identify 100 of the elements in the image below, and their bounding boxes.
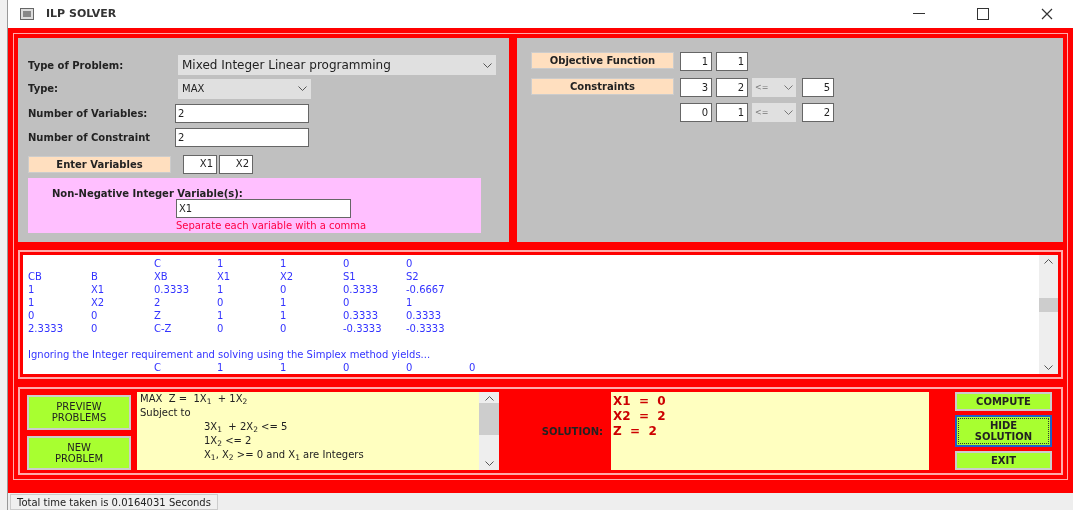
scrollbar[interactable]	[479, 392, 499, 470]
integer-variables-field[interactable]: X1	[176, 199, 351, 218]
output-cell-text: -0.6667	[406, 283, 446, 296]
caret-icon	[784, 85, 793, 90]
output-cell-text: 0	[280, 322, 288, 335]
output-cell-text: 0	[343, 361, 351, 374]
field-label: Non-Negative Integer Variable(s):	[52, 187, 244, 199]
output-cell-text: 0	[217, 296, 225, 309]
operator-dropdown[interactable]: <=	[752, 103, 796, 122]
scroll-thumb[interactable]	[1039, 297, 1058, 312]
output-cell-text: 0	[343, 257, 351, 270]
output-cell-text: B	[91, 270, 99, 283]
action-button[interactable]: COMPUTE	[955, 392, 1052, 412]
operator-dropdown[interactable]: <=	[752, 78, 796, 97]
variable-field[interactable]: X1	[183, 154, 217, 174]
output-cell-text: 1	[217, 283, 225, 296]
output-cell-text: 0	[343, 296, 351, 309]
output-cell-text: 0	[91, 309, 99, 322]
problem-text-line: MAX Z = 1X$_{1}$ + 1X$_{2}$	[140, 392, 249, 406]
hint-text: Separate each variable with a comma	[176, 219, 368, 233]
caret-icon	[298, 86, 307, 91]
app-icon	[20, 8, 34, 20]
output-cell-text: 1	[280, 361, 288, 374]
coefficient-field[interactable]: 5	[802, 78, 834, 97]
coefficient-field[interactable]: 2	[716, 78, 748, 97]
constraints-label: Constraints	[531, 78, 674, 95]
solution-line: X2 = 2	[613, 409, 667, 424]
output-cell-text: 0	[406, 257, 414, 270]
output-cell-text: 2	[154, 296, 162, 309]
coefficient-field[interactable]: 3	[680, 78, 712, 97]
scroll-up-icon[interactable]	[1044, 259, 1053, 264]
output-cell-text: XB	[154, 270, 169, 283]
minimize-icon[interactable]	[913, 13, 925, 15]
output-cell-text: -0.3333	[343, 322, 383, 335]
output-cell-text: 1	[28, 283, 36, 296]
field-label: Type:	[28, 82, 60, 96]
output-cell-text: 0	[217, 322, 225, 335]
output-cell-text: 0	[406, 361, 414, 374]
left-button[interactable]: PREVIEW PROBLEMS	[27, 395, 131, 430]
problem-text-line: 3X$_{1}$ + 2X$_{2}$ <= 5	[203, 420, 289, 434]
status-text: Total time taken is 0.0164031 Seconds	[10, 494, 218, 510]
caret-icon	[784, 110, 793, 115]
output-cell-text: 0.3333	[343, 309, 379, 322]
scroll-thumb[interactable]	[479, 403, 499, 435]
output-cell-text: 1	[28, 296, 36, 309]
output-cell-text: S1	[343, 270, 357, 283]
left-button[interactable]: NEW PROBLEM	[27, 435, 131, 470]
output-cell-text: Z	[154, 309, 162, 322]
window-title: ILP SOLVER	[46, 5, 117, 22]
coefficient-field[interactable]: 2	[802, 103, 834, 122]
output-cell-text: 2.3333	[28, 322, 64, 335]
output-cell-text: C	[154, 361, 162, 374]
output-cell-text: 1	[280, 296, 288, 309]
variables-count-field[interactable]: 2	[175, 103, 309, 123]
solution-line: X1 = 0	[613, 394, 667, 409]
action-button[interactable]: HIDE SOLUTION	[955, 415, 1052, 447]
output-cell-text: S2	[406, 270, 420, 283]
output-cell-text: 0.3333	[406, 309, 442, 322]
type-dropdown[interactable]: MAX	[178, 78, 311, 99]
variable-field[interactable]: X2	[219, 154, 253, 174]
output-cell-text: 1	[280, 309, 288, 322]
output-cell-text: X2	[280, 270, 295, 283]
output-cell-text: 0	[280, 283, 288, 296]
problem-type-dropdown[interactable]: Mixed Integer Linear programming	[178, 55, 496, 75]
enter-variables-button[interactable]: Enter Variables	[28, 155, 171, 173]
scroll-down-icon[interactable]	[484, 461, 494, 466]
caret-icon	[483, 62, 492, 68]
output-cell-text: 0.3333	[154, 283, 190, 296]
scroll-up-icon[interactable]	[484, 396, 494, 401]
constraints-count-field[interactable]: 2	[175, 127, 309, 147]
objective-function-label: Objective Function	[531, 52, 674, 69]
output-cell-text: 0.3333	[343, 283, 379, 296]
solution-line: Z = 2	[613, 424, 658, 439]
output-cell-text: 0	[28, 309, 36, 322]
output-cell-text: X1	[217, 270, 232, 283]
field-label: Type of Problem:	[28, 58, 125, 73]
solution-label: SOLUTION:	[541, 424, 603, 439]
output-cell-text: 1	[217, 309, 225, 322]
output-cell-text: C-Z	[154, 322, 173, 335]
coefficient-field[interactable]: 1	[716, 52, 748, 71]
output-cell-text: X1	[91, 283, 106, 296]
output-cell-text: 1	[217, 361, 225, 374]
close-icon[interactable]	[1041, 8, 1053, 20]
output-cell-text: C	[154, 257, 162, 270]
output-cell-text: 1	[217, 257, 225, 270]
output-cell-text: 1	[406, 296, 414, 309]
output-cell-text: CB	[28, 270, 43, 283]
maximize-icon[interactable]	[977, 8, 989, 20]
output-text: Ignoring the Integer requirement and solving using the Simplex method yields...	[28, 348, 432, 361]
scrollbar[interactable]	[1039, 255, 1058, 374]
action-button[interactable]: EXIT	[955, 450, 1052, 470]
scroll-down-icon[interactable]	[1044, 365, 1053, 370]
field-label: Number of Variables:	[28, 106, 149, 121]
coefficient-field[interactable]: 1	[716, 103, 748, 122]
output-cell-text: -0.3333	[406, 322, 446, 335]
coefficient-field[interactable]: 1	[680, 52, 712, 71]
coefficient-field[interactable]: 0	[680, 103, 712, 122]
problem-text-line: X$_{1}$, X$_{2}$ >= 0 and X$_{1}$ are Integers	[203, 448, 365, 462]
output-cell-text: 0	[469, 361, 477, 374]
problem-text-line: Subject to	[140, 406, 192, 420]
